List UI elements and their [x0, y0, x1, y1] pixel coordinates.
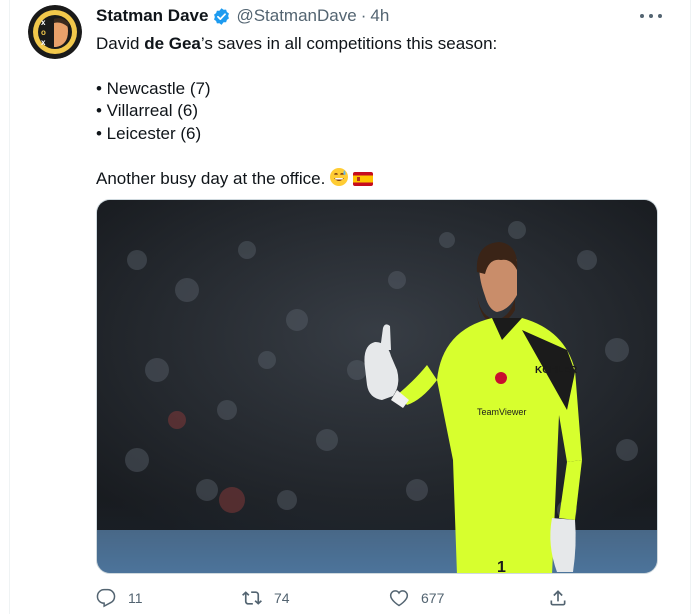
shirt-number: 1	[497, 559, 506, 574]
separator-dot: ·	[360, 6, 367, 25]
more-options-icon[interactable]	[640, 8, 662, 24]
like-count: 677	[421, 590, 445, 606]
display-name[interactable]: Statman Dave	[96, 6, 208, 26]
list-item: • Newcastle (7)	[96, 78, 211, 98]
avatar[interactable]: x o x	[28, 5, 82, 59]
tweet-photo[interactable]: KOHLER TeamViewer 1	[96, 199, 658, 574]
reply-button[interactable]: 11	[96, 588, 143, 608]
share-icon	[548, 588, 568, 608]
retweet-icon	[242, 588, 262, 608]
share-button[interactable]	[548, 588, 568, 608]
grinning-sweat-emoji-icon	[329, 167, 349, 194]
user-handle[interactable]: @StatmanDave	[236, 6, 356, 26]
reply-icon	[96, 588, 116, 608]
text-segment: David	[96, 34, 145, 53]
retweet-button[interactable]: 74	[242, 588, 290, 608]
tweet-text: David de Gea’s saves in all competitions…	[96, 33, 656, 194]
closing-text: Another busy day at the office.	[96, 169, 326, 188]
timestamp[interactable]: 4h	[370, 6, 389, 26]
svg-text:o: o	[41, 28, 46, 37]
list-item: • Villarreal (6)	[96, 101, 198, 120]
svg-text:x: x	[41, 18, 46, 27]
heart-icon	[389, 588, 409, 608]
text-segment: ’s saves in all competitions this season…	[200, 34, 498, 53]
verified-badge-icon	[212, 7, 231, 26]
tweet-actions: 11 74 677	[96, 588, 574, 612]
sponsor-text: KOHLER	[535, 365, 578, 376]
retweet-count: 74	[274, 590, 290, 606]
text-bold-segment: de Gea	[144, 34, 201, 53]
shirt-sponsor-text: TeamViewer	[477, 407, 526, 417]
list-item: • Leicester (6)	[96, 123, 202, 143]
like-button[interactable]: 677	[389, 588, 444, 608]
tweet-closing-line: Another busy day at the office.	[96, 167, 656, 194]
spain-flag-emoji-icon	[353, 171, 374, 194]
reply-count: 11	[128, 590, 143, 606]
svg-text:x: x	[41, 38, 46, 47]
tweet-line-1: David de Gea’s saves in all competitions…	[96, 33, 656, 56]
